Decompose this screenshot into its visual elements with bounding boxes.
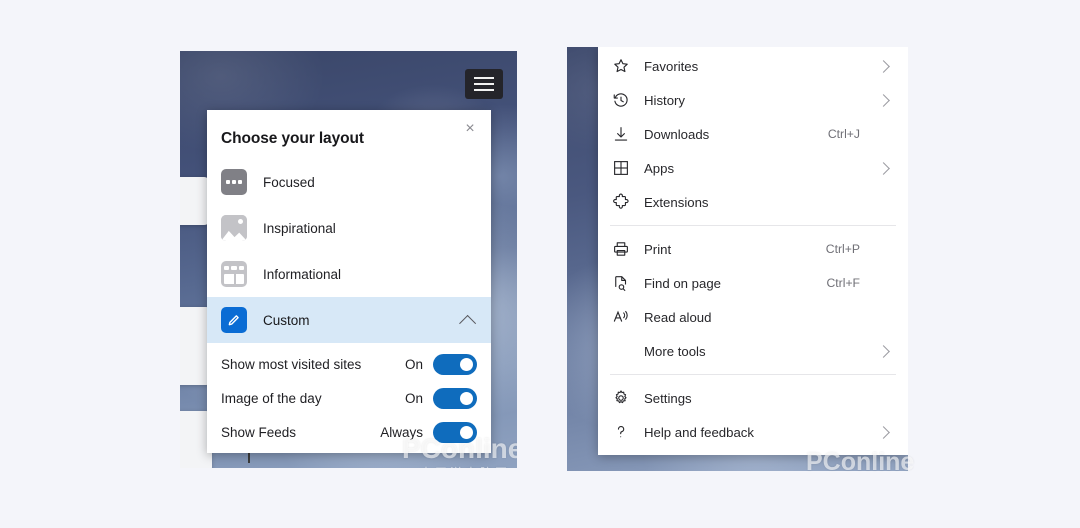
menu-item-read-aloud[interactable]: Read aloud	[598, 300, 908, 334]
toggle-knob	[460, 357, 473, 371]
layout-options-list: Focused Inspirational Informational Cust…	[207, 159, 491, 343]
layout-option-custom[interactable]: Custom	[207, 297, 491, 343]
menu-item-shortcut: Ctrl+P	[825, 242, 860, 256]
custom-settings-list: Show most visited sites On Image of the …	[207, 343, 491, 449]
menu-item-settings[interactable]: Settings	[598, 381, 908, 415]
setting-state: Always	[380, 424, 423, 440]
page-title: Choose your layout	[221, 130, 364, 147]
menu-item-label: Downloads	[644, 126, 710, 142]
chevron-right-icon	[877, 344, 890, 358]
right-screenshot: Favorites History Downloads Ctrl+J Apps …	[567, 47, 908, 471]
informational-layout-icon	[221, 261, 247, 287]
history-icon	[612, 91, 630, 109]
hamburger-line	[474, 77, 494, 79]
close-icon[interactable]: ×	[459, 118, 481, 140]
focused-layout-icon	[221, 169, 247, 195]
menu-item-print[interactable]: Print Ctrl+P	[598, 232, 908, 266]
menu-item-apps[interactable]: Apps	[598, 151, 908, 185]
menu-item-favorites[interactable]: Favorites	[598, 49, 908, 83]
hamburger-line	[474, 83, 494, 85]
inspirational-layout-icon	[221, 215, 247, 241]
menu-separator	[610, 225, 896, 226]
menu-item-label: Help and feedback	[644, 424, 754, 440]
chevron-right-icon	[877, 161, 890, 175]
setting-label: Image of the day	[221, 390, 322, 406]
toggle-knob	[460, 391, 473, 405]
menu-item-find-on-page[interactable]: Find on page Ctrl+F	[598, 266, 908, 300]
menu-item-more-tools[interactable]: More tools	[598, 334, 908, 368]
menu-item-label: Extensions	[644, 194, 709, 210]
toggle-knob	[460, 425, 473, 439]
find-page-icon	[612, 274, 630, 292]
screenshot-stage: Choose your layout × Focused Inspiration…	[0, 0, 1080, 528]
chevron-up-icon[interactable]	[459, 314, 477, 332]
setting-state: On	[404, 390, 423, 406]
download-icon	[612, 125, 630, 143]
menu-item-downloads[interactable]: Downloads Ctrl+J	[598, 117, 908, 151]
read-aloud-icon	[612, 308, 630, 326]
background-card	[180, 177, 210, 225]
setting-row-show-feeds: Show Feeds Always	[207, 415, 491, 449]
star-icon	[612, 57, 630, 75]
menu-item-label: History	[644, 92, 686, 108]
layout-option-focused[interactable]: Focused	[207, 159, 491, 205]
hamburger-line	[474, 89, 494, 91]
menu-item-label: Find on page	[644, 275, 721, 291]
layout-option-label: Inspirational	[263, 220, 336, 236]
apps-grid-icon	[612, 159, 630, 177]
menu-item-label: Read aloud	[644, 309, 712, 325]
flyout-header: Choose your layout ×	[207, 110, 491, 148]
browser-settings-menu: Favorites History Downloads Ctrl+J Apps …	[598, 47, 908, 455]
menu-item-shortcut: Ctrl+F	[826, 276, 860, 290]
menu-item-shortcut: Ctrl+J	[827, 127, 860, 141]
setting-state: On	[404, 356, 423, 372]
menu-item-history[interactable]: History	[598, 83, 908, 117]
menu-item-label: Print	[644, 241, 672, 257]
setting-row-image-of-the-day: Image of the day On	[207, 381, 491, 415]
layout-option-label: Informational	[263, 266, 342, 282]
setting-label: Show most visited sites	[221, 356, 362, 372]
chevron-right-icon	[877, 425, 890, 439]
menu-item-label: Settings	[644, 390, 692, 406]
custom-pencil-icon	[221, 307, 247, 333]
left-screenshot: Choose your layout × Focused Inspiration…	[180, 51, 517, 468]
setting-row-show-most-visited-sites: Show most visited sites On	[207, 347, 491, 381]
menu-item-extensions[interactable]: Extensions	[598, 185, 908, 219]
chevron-right-icon	[877, 59, 890, 73]
page-settings-hamburger-button[interactable]	[465, 69, 503, 99]
choose-layout-flyout: Choose your layout × Focused Inspiration…	[207, 110, 491, 453]
menu-item-label: Favorites	[644, 58, 699, 74]
chevron-right-icon	[877, 93, 890, 107]
layout-option-label: Focused	[263, 174, 315, 190]
toggle-switch-show-most-visited-sites[interactable]	[433, 353, 477, 375]
printer-icon	[612, 240, 630, 258]
question-icon	[612, 423, 630, 441]
toggle-switch-image-of-the-day[interactable]	[433, 387, 477, 409]
layout-option-label: Custom	[263, 312, 310, 328]
menu-item-label: More tools	[644, 343, 706, 359]
menu-separator	[610, 374, 896, 375]
gear-icon	[612, 389, 630, 407]
menu-item-help-and-feedback[interactable]: Help and feedback	[598, 415, 908, 449]
menu-item-label: Apps	[644, 160, 675, 176]
layout-option-informational[interactable]: Informational	[207, 251, 491, 297]
toggle-switch-show-feeds[interactable]	[433, 421, 477, 443]
setting-label: Show Feeds	[221, 424, 297, 440]
layout-option-inspirational[interactable]: Inspirational	[207, 205, 491, 251]
puzzle-icon	[612, 193, 630, 211]
